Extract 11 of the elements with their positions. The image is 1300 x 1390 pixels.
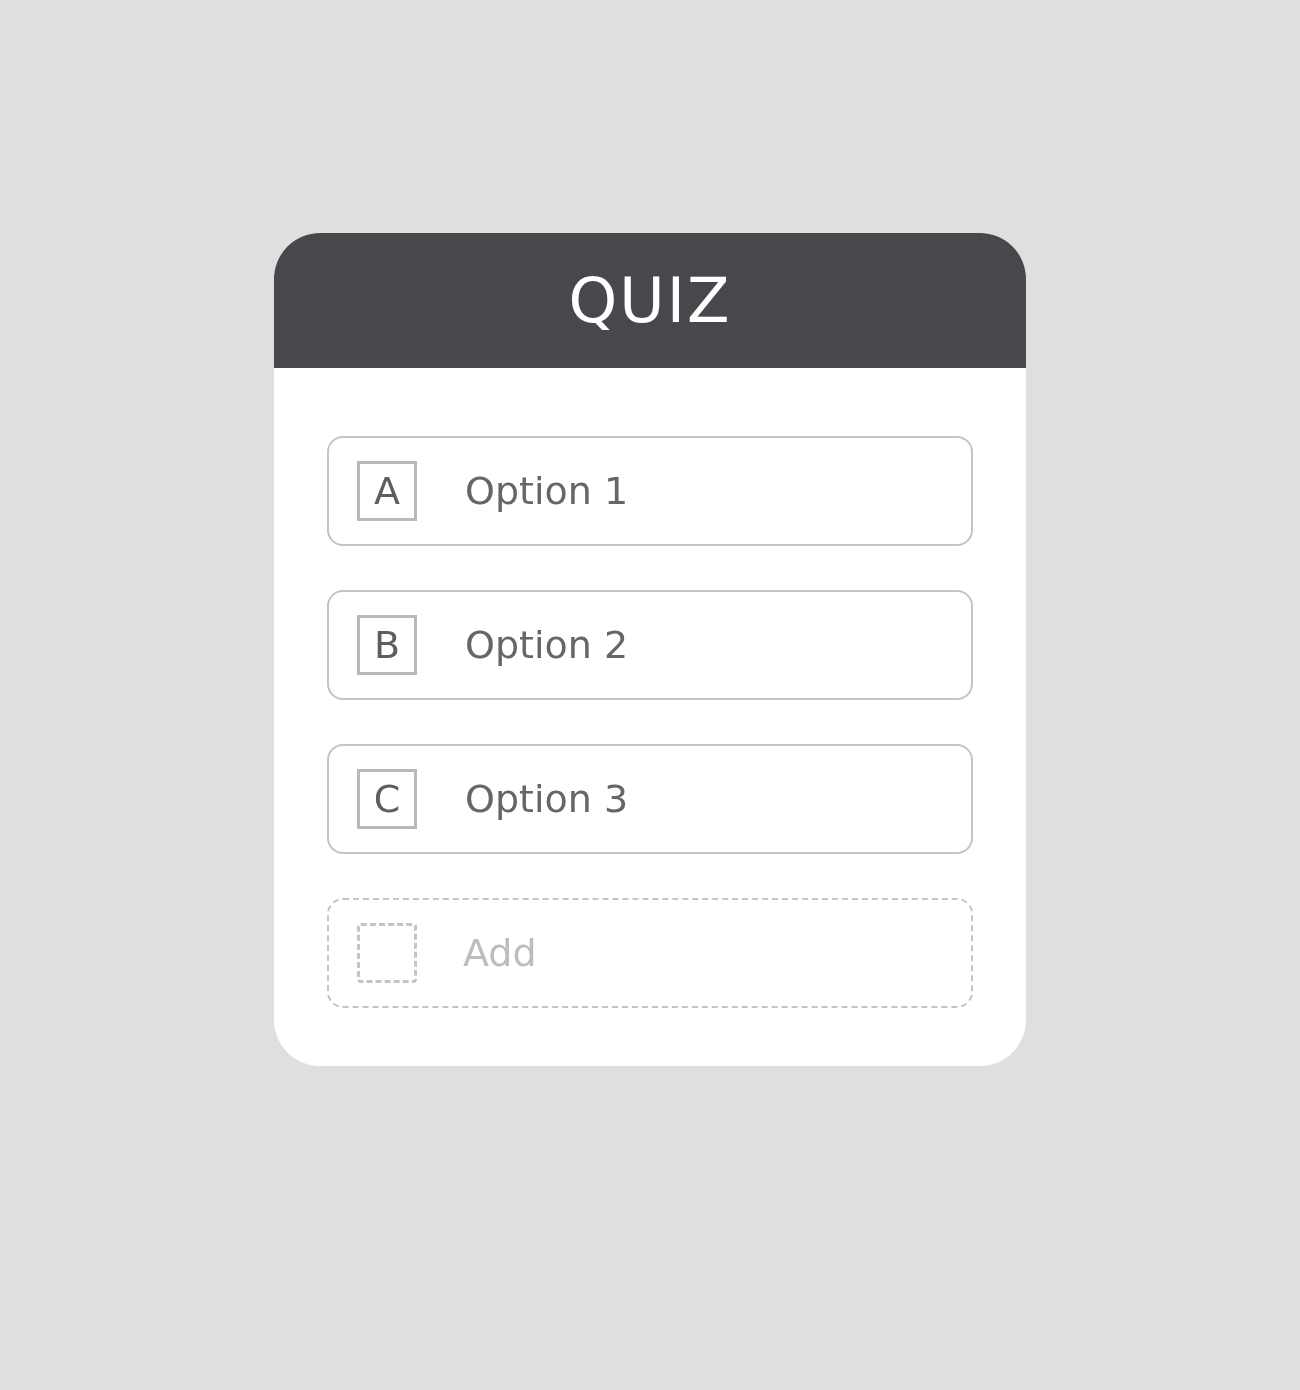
option-label: Option 2 <box>465 623 629 667</box>
option-letter: A <box>357 461 417 521</box>
option-label: Option 3 <box>465 777 629 821</box>
empty-box-icon <box>357 923 417 983</box>
option-label: Option 1 <box>465 469 629 513</box>
answer-option[interactable]: A Option 1 <box>327 436 973 546</box>
option-letter: C <box>357 769 417 829</box>
answer-option[interactable]: B Option 2 <box>327 590 973 700</box>
quiz-title: QUIZ <box>568 264 732 337</box>
answer-option[interactable]: C Option 3 <box>327 744 973 854</box>
option-letter: B <box>357 615 417 675</box>
